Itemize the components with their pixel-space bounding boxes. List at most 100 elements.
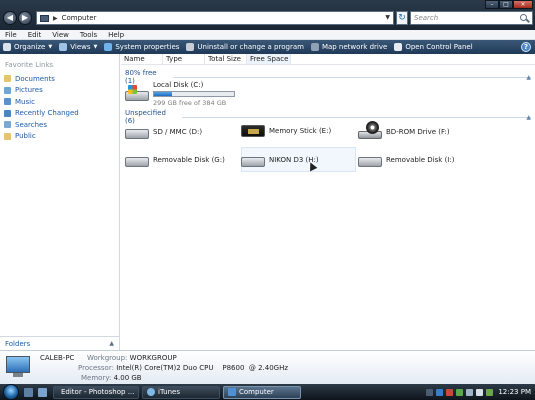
start-button[interactable] — [3, 384, 19, 400]
group-title: Unspecified (6) — [125, 109, 166, 125]
breadcrumb-arrow-icon[interactable]: ▶ — [53, 15, 58, 22]
window-controls: – □ × — [485, 0, 533, 9]
system-tray: 12:23 PM — [423, 384, 535, 400]
minimize-button[interactable]: – — [485, 0, 499, 9]
drive-bd-rom-f[interactable]: BD-ROM Drive (F:) — [358, 121, 450, 139]
menu-bar: File Edit View Tools Help — [0, 30, 535, 40]
nav-item-searches[interactable]: Searches — [0, 119, 119, 131]
memory-label: Memory: — [81, 374, 112, 382]
menu-tools[interactable]: Tools — [80, 31, 97, 39]
drive-name: SD / MMC (D:) — [153, 128, 203, 136]
capacity-bar — [153, 91, 235, 97]
address-dropdown-icon[interactable]: ▼ — [385, 14, 390, 21]
workgroup-row: Workgroup: WORKGROUP — [87, 354, 177, 362]
help-icon[interactable]: ? — [521, 42, 531, 52]
command-toolbar: Organize ▼ Views ▼ System properties Uni… — [0, 40, 535, 54]
nav-item-label: Searches — [15, 120, 48, 129]
organize-button[interactable]: Organize ▼ — [3, 43, 52, 51]
drive-name: Removable Disk (G:) — [153, 156, 225, 164]
hdd-icon — [125, 129, 149, 139]
memory-row: Memory: 4.00 GB — [81, 374, 142, 382]
chevron-down-icon: ▼ — [93, 44, 98, 50]
taskbar: Editor - Photoshop ... iTunes Computer 1… — [0, 384, 535, 400]
tray-app-icon[interactable] — [436, 388, 444, 396]
hdd-icon — [358, 157, 382, 167]
drive-name: Removable Disk (I:) — [386, 156, 455, 164]
drive-removable-g[interactable]: Removable Disk (G:) — [125, 153, 225, 167]
views-button[interactable]: Views ▼ — [59, 43, 97, 51]
column-free-space[interactable]: Free Space — [247, 54, 291, 64]
tray-arrow-icon[interactable] — [426, 388, 434, 396]
capacity-fill — [154, 92, 172, 96]
organize-icon — [3, 43, 11, 51]
recently-changed-icon — [4, 109, 11, 117]
taskbar-item-itunes[interactable]: iTunes — [142, 385, 220, 399]
uninstall-program-button[interactable]: Uninstall or change a program — [186, 43, 304, 51]
organize-label: Organize — [14, 43, 46, 51]
folders-toggle[interactable]: Folders ▲ — [0, 336, 119, 350]
nav-item-label: Public — [15, 132, 36, 141]
nav-item-documents[interactable]: Documents — [0, 73, 119, 85]
chevron-up-icon[interactable]: ▲ — [526, 114, 531, 121]
nav-item-public[interactable]: Public — [0, 131, 119, 143]
group-divider — [172, 76, 531, 78]
search-box[interactable]: Search — [410, 11, 533, 25]
refresh-button[interactable]: ↻ — [396, 11, 408, 25]
switch-windows-icon[interactable] — [38, 387, 47, 397]
close-button[interactable]: × — [513, 0, 533, 9]
nav-item-pictures[interactable]: Pictures — [0, 85, 119, 97]
column-type[interactable]: Type — [163, 54, 205, 64]
tray-app-icon[interactable] — [456, 388, 464, 396]
nav-item-music[interactable]: Music — [0, 96, 119, 108]
taskbar-item-photoshop[interactable]: Editor - Photoshop ... — [53, 385, 139, 399]
group-header-removable[interactable]: Unspecified (6) ▲ — [125, 109, 531, 125]
uninstall-label: Uninstall or change a program — [197, 43, 304, 51]
control-panel-icon — [394, 43, 403, 51]
show-desktop-icon[interactable] — [24, 387, 33, 397]
folders-label: Folders — [5, 339, 31, 348]
nav-item-recently-changed[interactable]: Recently Changed — [0, 108, 119, 120]
nav-item-label: Recently Changed — [15, 109, 79, 118]
network-icon[interactable] — [466, 388, 474, 396]
maximize-button[interactable]: □ — [499, 0, 513, 9]
chevron-up-icon: ▲ — [109, 340, 114, 347]
drive-local-disk-c[interactable]: Local Disk (C:) 299 GB free of 384 GB — [125, 81, 235, 107]
taskbar-clock[interactable]: 12:23 PM — [498, 388, 531, 396]
search-icon[interactable] — [519, 13, 530, 24]
chevron-up-icon[interactable]: ▲ — [526, 74, 531, 81]
hdd-icon — [125, 85, 149, 101]
column-total-size[interactable]: Total Size — [205, 54, 247, 64]
hdd-icon — [241, 157, 265, 167]
forward-button[interactable]: ▶ — [18, 11, 32, 25]
menu-file[interactable]: File — [5, 31, 17, 39]
views-icon — [59, 43, 68, 51]
column-name[interactable]: Name — [121, 54, 163, 64]
computer-name: CALEB-PC — [40, 354, 75, 362]
open-control-panel-button[interactable]: Open Control Panel — [394, 43, 473, 51]
tray-app-icon[interactable] — [446, 388, 454, 396]
menu-view[interactable]: View — [52, 31, 69, 39]
searches-icon — [4, 121, 11, 129]
drive-sd-mmc-d[interactable]: SD / MMC (D:) — [125, 125, 202, 139]
drive-removable-i[interactable]: Removable Disk (I:) — [358, 153, 454, 167]
system-properties-icon — [104, 43, 113, 51]
views-label: Views — [70, 43, 91, 51]
volume-icon[interactable] — [476, 388, 484, 396]
public-folder-icon — [4, 132, 11, 140]
menu-help[interactable]: Help — [108, 31, 124, 39]
details-pane: CALEB-PC Workgroup: WORKGROUP Processor:… — [0, 350, 535, 384]
bd-rom-icon — [358, 121, 382, 139]
back-button[interactable]: ◀ — [3, 11, 17, 25]
menu-edit[interactable]: Edit — [28, 31, 42, 39]
address-bar[interactable]: ▶ Computer ▼ — [36, 11, 394, 25]
memory-value: 4.00 GB — [113, 374, 142, 382]
system-properties-button[interactable]: System properties — [104, 43, 179, 51]
task-label: Editor - Photoshop ... — [61, 388, 135, 396]
taskbar-item-computer[interactable]: Computer — [223, 385, 301, 399]
search-input[interactable]: Search — [414, 14, 519, 22]
music-icon — [4, 98, 11, 106]
map-network-drive-button[interactable]: Map network drive — [310, 43, 387, 51]
drive-memory-stick-e[interactable]: Memory Stick (E:) — [241, 125, 331, 137]
power-icon[interactable] — [486, 388, 494, 396]
documents-icon — [4, 75, 11, 83]
